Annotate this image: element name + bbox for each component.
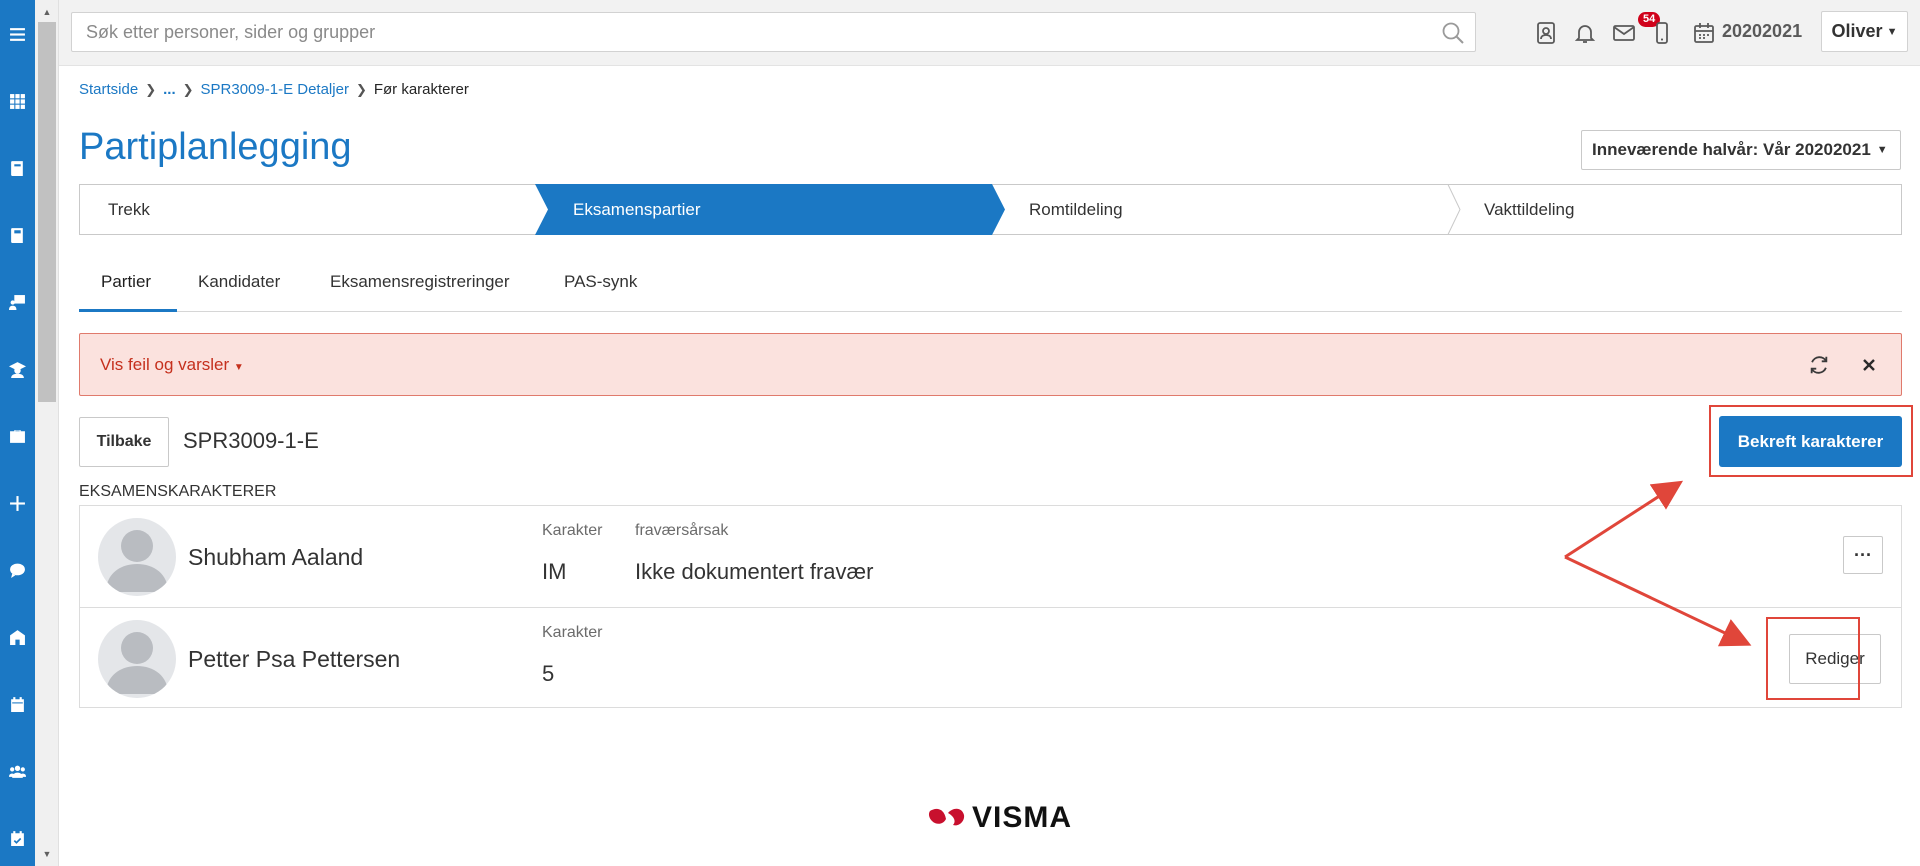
student-name: Shubham Aaland	[188, 544, 364, 570]
tab-pas-synk[interactable]: PAS-synk	[564, 272, 637, 292]
annotation-highlight-confirm	[1709, 405, 1913, 477]
student-name: Petter Psa Pettersen	[188, 646, 401, 672]
wizard-step-eksamenspartier[interactable]: Eksamenspartier	[573, 200, 701, 220]
search-icon[interactable]	[1441, 21, 1465, 45]
contact-card-icon[interactable]	[1533, 19, 1559, 47]
section-heading: EKSAMENSKARAKTERER	[79, 483, 277, 500]
semester-select-value: Inneværende halvår: Vår 20202021	[1592, 140, 1871, 159]
notebook-icon[interactable]	[0, 220, 35, 250]
user-menu-button[interactable]: Oliver ▼	[1821, 11, 1908, 52]
grade-value: 5	[542, 661, 555, 686]
show-errors-toggle[interactable]: Vis feil og varsler ▼	[100, 355, 244, 375]
briefcase-icon[interactable]	[0, 421, 35, 451]
avatar	[98, 620, 176, 698]
chevron-right-icon: ❯	[145, 81, 157, 97]
calendar-icon[interactable]	[0, 689, 35, 719]
school-icon[interactable]	[0, 622, 35, 652]
left-nav-rail	[0, 0, 35, 866]
more-options-button[interactable]: ···	[1843, 536, 1883, 574]
breadcrumb-link-home[interactable]: Startside	[79, 81, 138, 98]
plus-icon[interactable]	[0, 488, 35, 518]
chat-icon[interactable]	[0, 555, 35, 585]
list-item: Petter Psa Pettersen Karakter 5 Rediger	[80, 607, 1901, 708]
course-code: SPR3009-1-E	[183, 428, 319, 453]
teacher-board-icon[interactable]	[0, 287, 35, 317]
grade-label: Karakter	[542, 624, 603, 641]
active-tab-indicator	[79, 309, 177, 312]
tab-eksamensregistreringer[interactable]: Eksamensregistreringer	[330, 272, 510, 292]
show-errors-label: Vis feil og varsler	[100, 355, 230, 374]
breadcrumb-current: Før karakterer	[373, 81, 469, 98]
chevron-right-icon: ❯	[182, 81, 194, 97]
school-year-label[interactable]: 20202021	[1722, 21, 1802, 42]
book-icon[interactable]	[0, 153, 35, 183]
breadcrumb-link-details[interactable]: SPR3009-1-E Detaljer	[201, 81, 349, 98]
tab-partier[interactable]: Partier	[101, 272, 151, 292]
apps-grid-icon[interactable]	[0, 86, 35, 116]
calendar-check-icon[interactable]	[0, 823, 35, 853]
page-title: Partiplanlegging	[79, 126, 352, 168]
user-name: Oliver	[1831, 21, 1883, 41]
search-input[interactable]	[72, 13, 1432, 51]
back-button[interactable]: Tilbake	[79, 417, 169, 467]
grades-list: Shubham Aaland Karakter IM fraværsårsak …	[79, 505, 1902, 708]
search-box	[71, 12, 1476, 52]
mobile-icon[interactable]	[1649, 19, 1675, 47]
refresh-icon[interactable]	[1806, 352, 1832, 378]
caret-down-icon: ▼	[1876, 144, 1888, 156]
annotation-highlight-edit	[1766, 617, 1860, 700]
wizard-step-vakttildeling[interactable]: Vakttildeling	[1484, 200, 1574, 220]
tab-bar: Partier Kandidater Eksamensregistreringe…	[79, 268, 1902, 312]
mail-icon[interactable]	[1611, 19, 1637, 47]
bell-icon[interactable]	[1572, 19, 1598, 47]
scroll-down-arrow-icon[interactable]: ▼	[35, 844, 59, 864]
avatar	[98, 518, 176, 596]
semester-select[interactable]: Inneværende halvår: Vår 20202021 ▼	[1581, 130, 1901, 170]
grade-label: Karakter	[542, 522, 603, 539]
scroll-up-arrow-icon[interactable]: ▲	[35, 2, 59, 22]
absence-reason-value: Ikke dokumentert fravær	[635, 559, 874, 584]
visma-logo-text: VISMA	[972, 801, 1073, 834]
wizard-step-romtildeling[interactable]: Romtildeling	[1029, 200, 1123, 220]
visma-logo-mark-icon	[928, 808, 965, 826]
breadcrumb: Startside ❯ ... ❯ SPR3009-1-E Detaljer ❯…	[79, 81, 469, 98]
wizard-step-trekk[interactable]: Trekk	[108, 200, 150, 220]
top-bar: 54 20202021 Oliver ▼	[59, 0, 1920, 66]
breadcrumb-link-collapsed[interactable]: ...	[163, 81, 176, 98]
calendar-icon[interactable]	[1691, 19, 1717, 47]
group-icon[interactable]	[0, 756, 35, 786]
vertical-scrollbar[interactable]: ▲ ▼	[35, 0, 59, 866]
tab-kandidater[interactable]: Kandidater	[198, 272, 280, 292]
visma-logo: VISMA	[928, 801, 1072, 835]
menu-icon[interactable]	[0, 19, 35, 49]
absence-reason-label: fraværsårsak	[635, 522, 729, 539]
scrollbar-thumb[interactable]	[38, 22, 56, 402]
grade-value: IM	[542, 559, 567, 584]
chevron-right-icon: ❯	[355, 81, 367, 97]
list-item: Shubham Aaland Karakter IM fraværsårsak …	[80, 506, 1901, 607]
process-wizard: Trekk Eksamenspartier Romtildeling Vaktt…	[79, 184, 1902, 235]
caret-down-icon: ▼	[1886, 25, 1898, 38]
close-icon[interactable]	[1856, 352, 1882, 378]
graduate-icon[interactable]	[0, 354, 35, 384]
caret-down-icon: ▼	[233, 362, 244, 373]
error-warning-alert: Vis feil og varsler ▼	[79, 333, 1902, 396]
